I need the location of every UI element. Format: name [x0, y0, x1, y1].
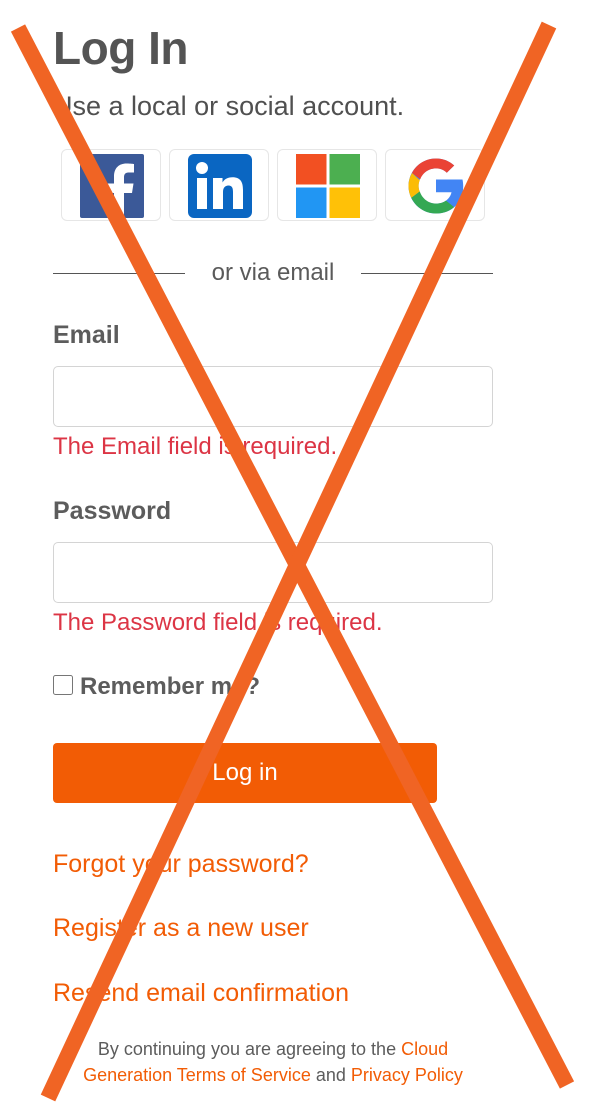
google-login-button[interactable] [385, 149, 485, 221]
divider-line-right [361, 273, 493, 274]
linkedin-icon [188, 154, 252, 218]
privacy-policy-link[interactable]: Privacy Policy [351, 1065, 463, 1085]
microsoft-icon [296, 154, 360, 218]
terms-prefix: By continuing you are agreeing to the [97, 1039, 402, 1059]
remember-me-label[interactable]: Remember me? [80, 671, 260, 703]
login-button[interactable]: Log in [53, 743, 437, 803]
facebook-icon [80, 154, 144, 218]
resend-confirmation-link[interactable]: Resend email confirmation [53, 977, 349, 1009]
forgot-password-link[interactable]: Forgot your password? [53, 848, 309, 880]
register-link[interactable]: Register as a new user [53, 912, 309, 944]
password-label: Password [53, 497, 172, 525]
terms-notice: By continuing you are agreeing to the Cl… [53, 1036, 493, 1088]
email-field[interactable] [53, 366, 493, 427]
or-via-email-divider: or via email [53, 255, 493, 295]
microsoft-login-button[interactable] [277, 149, 377, 221]
password-field[interactable] [53, 542, 493, 603]
password-error-message: The Password field is required. [53, 609, 383, 636]
terms-conjunction: and [310, 1065, 351, 1085]
login-page: Log In Use a local or social account. or… [0, 0, 602, 1120]
divider-line-left [53, 273, 185, 274]
facebook-login-button[interactable] [61, 149, 161, 221]
remember-me-checkbox[interactable] [53, 675, 73, 695]
page-subtitle: Use a local or social account. [53, 91, 405, 121]
divider-text: or via email [211, 259, 335, 286]
email-error-message: The Email field is required. [53, 433, 338, 460]
google-icon [408, 158, 464, 214]
social-login-row [61, 149, 493, 223]
page-title: Log In [53, 22, 188, 74]
email-label: Email [53, 321, 120, 349]
linkedin-login-button[interactable] [169, 149, 269, 221]
